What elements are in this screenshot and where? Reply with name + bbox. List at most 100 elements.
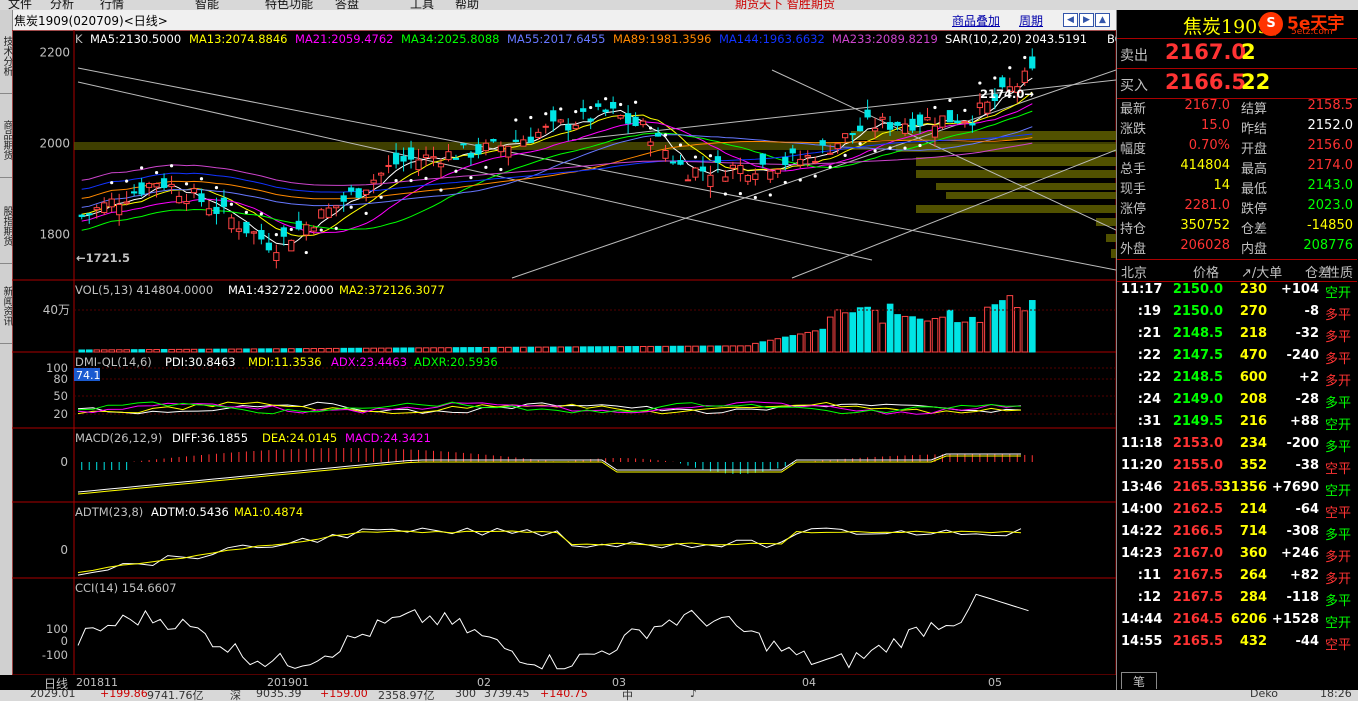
candle-body [624, 113, 632, 124]
volume-bar [265, 348, 273, 353]
date-label: 201811 [76, 676, 118, 689]
side-tab[interactable]: 商品期货 [0, 102, 12, 178]
menu-item[interactable]: 工具 [410, 0, 434, 10]
tick-volume: 432 [1239, 634, 1267, 649]
candle-body [924, 117, 931, 121]
status-item: +140.75 [540, 690, 588, 700]
tab-ticks[interactable]: 笔 [1121, 672, 1157, 689]
sar-dot [469, 175, 473, 180]
candle-body [467, 153, 475, 158]
menu-item[interactable]: 期货天下 智胜期货 [735, 0, 835, 10]
volume-bar [594, 346, 602, 353]
menu-item[interactable]: 帮助 [455, 0, 479, 10]
arrow-right-icon[interactable]: ▶ [1079, 13, 1094, 27]
adtm-line [77, 530, 1022, 573]
zoom-in-icon[interactable]: ▲ [1095, 13, 1110, 27]
candle-body [827, 152, 834, 155]
tick-type: 多开 [1325, 374, 1352, 389]
side-tab[interactable]: 新闻资讯 [0, 268, 12, 344]
ma-legend-label: SAR(10,2,20) 2043.5191 [945, 32, 1087, 46]
status-item: 9741.76亿 [147, 690, 204, 701]
tick-row: 11:20 2155.0 352 -38 空平 [1117, 458, 1357, 480]
sar-dot [169, 164, 174, 168]
candle-body [1029, 56, 1036, 69]
status-item: 2029.01 [30, 690, 76, 700]
volume-bar [826, 316, 834, 353]
candle-body [856, 125, 864, 132]
stat-label: 最新 [1120, 102, 1147, 117]
status-item: ♪ [690, 690, 698, 700]
menu-item[interactable]: 特色功能 [265, 0, 313, 10]
candle-body [273, 252, 280, 261]
candle-body [961, 120, 969, 123]
status-item: 9035.39 [256, 690, 302, 700]
stat-value: 208776 [1303, 238, 1353, 253]
candle-body [729, 164, 737, 169]
menu-item[interactable]: 文件 [8, 0, 32, 10]
volume-bar [550, 346, 557, 353]
volume-bar [662, 345, 669, 353]
candle-body [602, 109, 609, 113]
period-link[interactable]: 周期 [1019, 12, 1043, 29]
volume-bar [677, 345, 684, 353]
side-tab[interactable]: 股指期货 [0, 188, 12, 264]
tick-type: 多平 [1325, 594, 1352, 609]
candle-body [662, 149, 669, 159]
macd-line [77, 455, 1021, 495]
sar-dot [379, 195, 383, 199]
candle-body [385, 164, 392, 167]
tick-position-change: +88 [1290, 414, 1319, 429]
kline-chart-area[interactable]: 220020001800←1721.52174.0→K MA5:2130.5000… [12, 30, 1116, 675]
candle-body [190, 188, 198, 194]
volume-bar [213, 348, 220, 353]
tick-price: 2150.0 [1172, 282, 1223, 297]
overlay-commodity-link[interactable]: 商品叠加 [952, 12, 1000, 29]
candle-body [445, 151, 452, 161]
tick-type: 多平 [1325, 528, 1352, 543]
tick-volume: 284 [1239, 590, 1267, 605]
candle-body [490, 139, 497, 142]
volume-bar [759, 341, 767, 353]
arrow-left-icon[interactable]: ◀ [1063, 13, 1078, 27]
dmi-legend-label: MDI:11.3536 [248, 355, 322, 369]
menu-item[interactable]: 智能 [195, 0, 219, 10]
volume-bar [273, 348, 280, 353]
tick-row: :19 2150.0 270 -8 多平 [1117, 304, 1357, 326]
tick-price: 2165.5 [1172, 480, 1223, 495]
tick-position-change: +104 [1280, 282, 1319, 297]
volume-bar [205, 348, 213, 353]
sar-dot [574, 110, 578, 114]
candle-body [617, 114, 624, 119]
menu-item[interactable]: 答盘 [335, 0, 359, 10]
sar-dot [903, 146, 907, 150]
menu-item[interactable]: 分析 [50, 0, 74, 10]
volume-bar [639, 345, 647, 353]
volume-bar [85, 349, 93, 353]
tick-row: :24 2149.0 208 -28 多平 [1117, 392, 1357, 414]
candle-body [699, 166, 707, 172]
candle-body [198, 193, 205, 203]
candle-body [250, 231, 258, 234]
sar-dot [514, 118, 518, 122]
volume-bar [168, 348, 175, 353]
candle-body [916, 114, 924, 126]
menu-item[interactable]: 行情 [100, 0, 124, 10]
volume-bar [392, 347, 400, 353]
side-tab[interactable]: 技术分析 [0, 18, 12, 94]
volume-bar [647, 345, 654, 353]
ma-legend-label: MA233:2089.8219 [832, 32, 938, 46]
candle-body [969, 122, 976, 126]
sar-dot [589, 105, 593, 110]
candle-body [295, 220, 302, 230]
volume-bar [160, 348, 168, 353]
candle-body [557, 119, 564, 123]
ma-legend-label: MA5:2130.5000 [90, 32, 181, 46]
tick-type: 多平 [1325, 308, 1352, 323]
candle-body [654, 133, 662, 137]
stat-value: 2281.0 [1184, 198, 1231, 213]
ma-legend-label: MA21:2059.4762 [295, 32, 394, 46]
candle-body [819, 140, 826, 146]
candle-body [183, 201, 190, 205]
candle-body [168, 183, 175, 188]
candle-body [722, 176, 729, 182]
